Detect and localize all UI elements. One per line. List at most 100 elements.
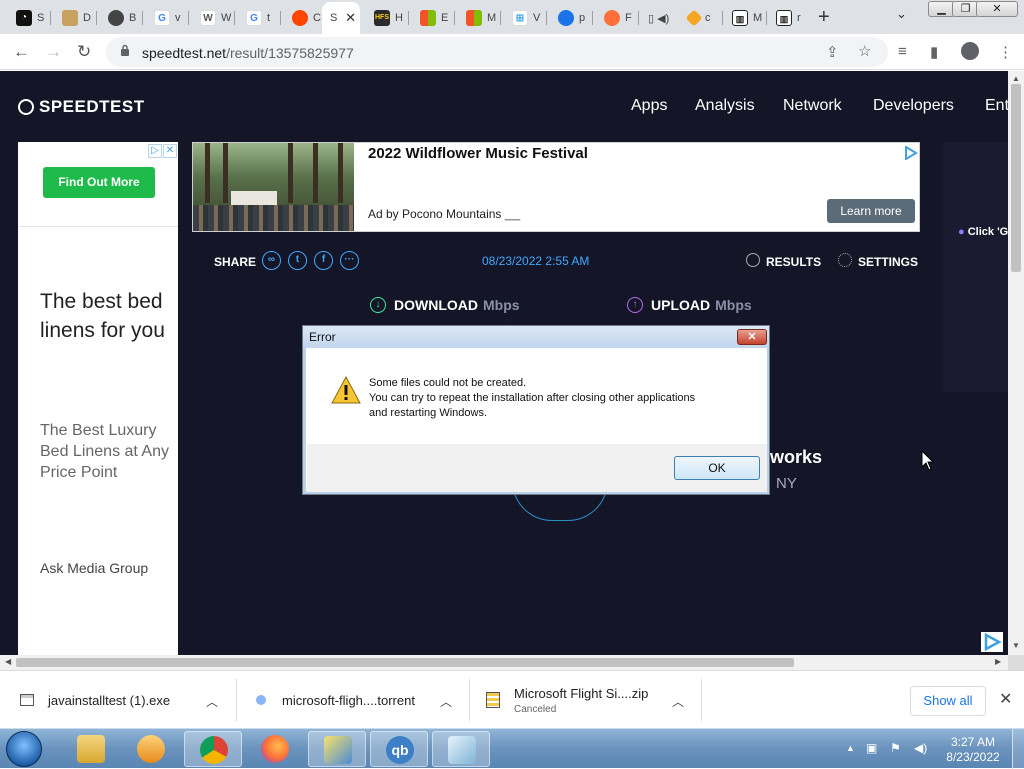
ad-headline[interactable]: The best bed linens for you [40, 287, 170, 345]
close-shelf-icon[interactable]: ✕ [999, 689, 1012, 709]
download-item[interactable]: Microsoft Flight Si....zip Canceled [486, 671, 648, 729]
taskbar-notepad[interactable] [432, 731, 490, 767]
minimize-window-button[interactable]: ▁ [928, 1, 955, 17]
tab-search-button[interactable]: ⌄ [896, 6, 907, 22]
nav-enterprise[interactable]: Ent [985, 97, 1008, 115]
browser-tab[interactable]: ▯ ◀) [640, 6, 683, 30]
dialog-titlebar[interactable]: Error [303, 326, 769, 348]
chevron-up-icon[interactable]: ︿ [440, 693, 452, 710]
side-panel-icon[interactable]: ▮ [930, 43, 938, 61]
browser-tab[interactable]: HFS H [366, 6, 409, 30]
ad-choices-icon[interactable] [981, 632, 1003, 652]
nav-developers[interactable]: Developers [873, 97, 954, 115]
sponsor-logo-icon: ▁▁ [504, 210, 521, 221]
scroll-left-arrow-icon[interactable]: ◀ [5, 657, 11, 666]
restore-window-button[interactable]: ❐ [952, 1, 979, 17]
dialog-close-button[interactable]: ✕ [737, 329, 767, 345]
network-icon[interactable]: ▣ [866, 741, 877, 755]
show-all-button[interactable]: Show all [910, 686, 986, 716]
back-button[interactable]: ← [13, 42, 30, 62]
browser-tab[interactable]: ▥ M [724, 6, 767, 30]
bookmark-star-icon[interactable]: ☆ [858, 42, 871, 60]
ok-button[interactable]: OK [674, 456, 760, 480]
ad-close-icon[interactable]: ✕ [163, 144, 177, 158]
browser-tab[interactable]: E [412, 6, 455, 30]
close-window-button[interactable]: ✕ [976, 1, 1018, 17]
download-item[interactable]: microsoft-fligh....torrent [256, 671, 415, 729]
banner-ad[interactable]: 2022 Wildflower Music Festival Ad by Poc… [192, 142, 920, 232]
browser-tab[interactable]: ▥ r [768, 6, 811, 30]
facebook-icon[interactable]: f [314, 251, 333, 270]
nav-network[interactable]: Network [783, 97, 842, 115]
browser-tab[interactable]: Gt [238, 6, 281, 30]
scroll-up-arrow-icon[interactable]: ▲ [1012, 74, 1020, 83]
action-center-icon[interactable]: ⚑ [890, 741, 901, 755]
right-ad-text[interactable]: ● Click 'G [958, 226, 1008, 238]
browser-tab[interactable]: c [680, 6, 723, 30]
browser-tab[interactable]: B [100, 6, 143, 30]
new-tab-button[interactable]: + [818, 6, 830, 28]
site-favicon-icon [558, 10, 574, 26]
scroll-right-arrow-icon[interactable]: ▶ [995, 657, 1001, 666]
forward-button[interactable]: → [45, 42, 62, 62]
browser-tab[interactable]: ◔ S [8, 6, 51, 30]
close-tab-icon[interactable]: ✕ [345, 10, 356, 26]
address-bar[interactable]: speedtest.net/result/13575825977 ⇪ ☆ [106, 37, 888, 67]
show-hidden-icons-icon[interactable]: ▲ [846, 743, 855, 753]
browser-tab[interactable]: WW [192, 6, 235, 30]
chevron-up-icon[interactable]: ︿ [672, 693, 684, 710]
media-control-icon[interactable]: ≡ [898, 43, 907, 60]
banner-ad-title[interactable]: 2022 Wildflower Music Festival [368, 145, 588, 162]
share-icon[interactable]: ⇪ [826, 43, 839, 61]
notepad-icon [448, 736, 476, 764]
profile-avatar-icon[interactable] [961, 42, 979, 60]
ad-choices-icon[interactable]: ▷ [148, 144, 162, 158]
nav-apps[interactable]: Apps [631, 97, 667, 115]
learn-more-button[interactable]: Learn more [827, 199, 915, 223]
gear-icon[interactable] [838, 253, 852, 267]
hfs-favicon-icon: HFS [374, 10, 390, 26]
taskbar-firefox[interactable] [246, 731, 304, 767]
volume-icon[interactable]: ◀) [914, 741, 927, 755]
ad-choices-icon[interactable] [904, 146, 918, 160]
nav-analysis[interactable]: Analysis [695, 97, 755, 115]
find-out-more-button[interactable]: Find Out More [43, 167, 155, 198]
download-item[interactable]: javainstalltest (1).exe [20, 671, 170, 729]
browser-tab[interactable]: C [284, 6, 327, 30]
error-dialog: Error ✕ Some files could not be created.… [302, 325, 770, 495]
reload-button[interactable]: ↻ [77, 42, 91, 62]
active-browser-tab[interactable]: S ✕ [322, 2, 360, 34]
vertical-scroll-thumb[interactable] [1011, 84, 1021, 272]
browser-tab[interactable]: p [550, 6, 593, 30]
taskbar-chrome[interactable] [184, 731, 242, 767]
clock-time: 3:27 AM [950, 735, 996, 749]
dialog-body: Some files could not be created. You can… [307, 348, 767, 444]
horizontal-scroll-thumb[interactable] [16, 658, 794, 667]
browser-tab[interactable]: M [458, 6, 501, 30]
ad-subheadline[interactable]: The Best Luxury Bed Linens at Any Price … [40, 420, 170, 483]
results-link[interactable]: RESULTS [766, 255, 821, 269]
twitter-icon[interactable]: t [288, 251, 307, 270]
right-ad-strip[interactable] [943, 142, 1008, 392]
scroll-down-arrow-icon[interactable]: ▼ [1012, 641, 1020, 650]
system-clock[interactable]: 3:27 AM 8/23/2022 [945, 735, 1001, 765]
browser-tab[interactable]: F [596, 6, 639, 30]
taskbar-media-player[interactable] [122, 731, 180, 767]
check-circle-icon[interactable] [746, 253, 760, 267]
link-icon[interactable]: ∞ [262, 251, 281, 270]
chevron-up-icon[interactable]: ︿ [206, 693, 218, 710]
taskbar-installer[interactable] [308, 731, 366, 767]
taskbar-explorer[interactable] [62, 731, 120, 767]
browser-tab[interactable]: Gv [146, 6, 189, 30]
left-ad[interactable]: ▷ ✕ Find Out More The best bed linens fo… [18, 142, 178, 655]
browser-menu-icon[interactable]: ⋮ [998, 43, 1013, 61]
show-desktop-button[interactable] [1012, 729, 1024, 769]
more-share-icon[interactable]: ··· [340, 251, 359, 270]
settings-link[interactable]: SETTINGS [858, 255, 918, 269]
speedtest-logo[interactable]: SPEEDTEST [18, 97, 145, 117]
taskbar-qbittorrent[interactable]: qb [370, 731, 428, 767]
start-button[interactable] [6, 731, 42, 767]
browser-tab[interactable]: ⊞ V [504, 6, 547, 30]
ad-advertiser[interactable]: Ask Media Group [40, 558, 170, 578]
browser-tab[interactable]: D [54, 6, 97, 30]
